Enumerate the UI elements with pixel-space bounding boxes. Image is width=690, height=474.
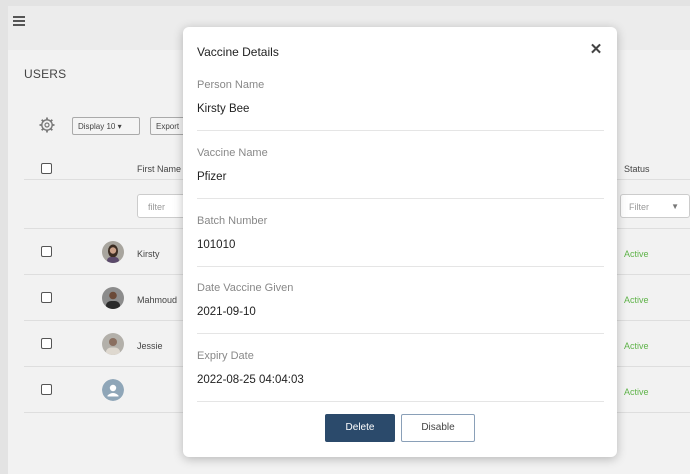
field-value: 2022-08-25 04:04:03	[197, 374, 304, 386]
field-label: Vaccine Name	[197, 147, 268, 159]
modal-title: Vaccine Details	[197, 45, 279, 59]
field-value: Kirsty Bee	[197, 103, 250, 115]
field-label: Person Name	[197, 79, 265, 91]
field-value: 101010	[197, 239, 236, 251]
field-expiry-date: Expiry Date 2022-08-25 04:04:03	[197, 350, 604, 402]
field-label: Expiry Date	[197, 350, 254, 362]
field-vaccine-name: Vaccine Name Pfizer	[197, 147, 604, 199]
field-date-vaccine-given: Date Vaccine Given 2021-09-10	[197, 282, 604, 334]
delete-button[interactable]: Delete	[325, 414, 395, 442]
disable-button[interactable]: Disable	[401, 414, 475, 442]
field-label: Date Vaccine Given	[197, 282, 294, 294]
field-person-name: Person Name Kirsty Bee	[197, 79, 604, 131]
field-label: Batch Number	[197, 215, 268, 227]
field-value: Pfizer	[197, 171, 227, 183]
field-value: 2021-09-10	[197, 306, 256, 318]
vaccine-details-modal: Vaccine Details ✕ Person Name Kirsty Bee…	[183, 27, 617, 457]
field-batch-number: Batch Number 101010	[197, 215, 604, 267]
close-icon[interactable]: ✕	[587, 41, 605, 59]
